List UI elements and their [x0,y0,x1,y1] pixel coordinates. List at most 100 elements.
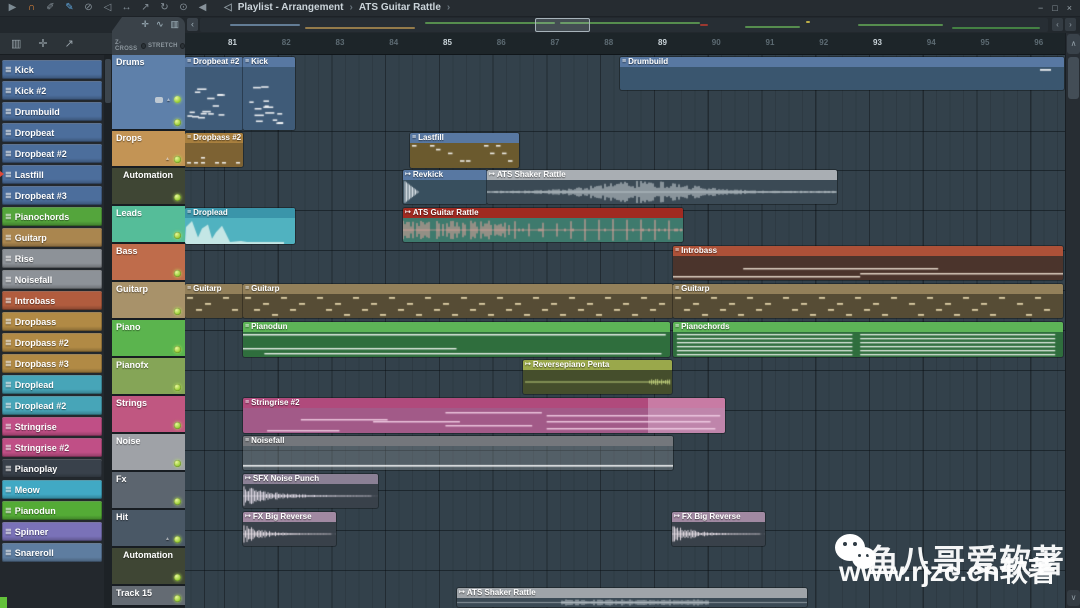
clip-header[interactable]: ≡Pianochords [673,322,1063,332]
clip-header[interactable]: ↦ATS Guitar Rattle [403,208,683,218]
track-icon[interactable] [155,97,163,103]
clip-header[interactable]: ≡Drumbuild [620,57,1064,67]
clip-ats-guitar-rattle[interactable]: ↦ATS Guitar Rattle [403,208,683,242]
track-header-drops[interactable]: Drops▲ [112,131,185,168]
clip-lastfill[interactable]: ≡Lastfill [410,133,519,168]
sidebar-item-droplead-2[interactable]: ≣Droplead #2 [2,396,102,415]
clip-revkick[interactable]: ↦Revkick [403,170,487,204]
snap-magnet-icon[interactable]: ∩ [26,0,37,16]
track-enable-led[interactable] [174,270,181,277]
track-enable-led[interactable] [174,422,181,429]
timeline-ruler[interactable]: 81828384858687888990919293949596 [185,33,1065,55]
sidebar-item-dropbass-2[interactable]: ≣Dropbass #2 [2,333,102,352]
clip-kick[interactable]: ≡Kick [243,57,295,130]
vertical-scroll-thumb[interactable] [1068,57,1079,99]
sidebar-item-pianochords[interactable]: ≣Pianochords [2,207,102,226]
vertical-scrollbar[interactable]: ∧ ∨ [1065,33,1080,608]
track-expand-icon[interactable]: ▲ [165,156,170,162]
slide-tool-icon[interactable]: ↗ [140,0,151,16]
select-tool-icon[interactable]: ↻ [159,0,170,16]
sidebar-item-noisefall[interactable]: ≣Noisefall [2,270,102,289]
clip-header[interactable]: ≡Dropbeat #2 [185,57,243,67]
track-expand-icon[interactable]: ▲ [166,97,171,103]
track-expand-icon[interactable]: ▲ [165,536,170,542]
track-enable-led[interactable] [174,595,181,602]
preview-tool-icon[interactable]: ◀ [197,0,208,16]
clip-header[interactable]: ≡Dropbass #2 [185,133,243,143]
sidebar-item-kick[interactable]: ≣Kick [2,60,102,79]
clip-header[interactable]: ≡Lastfill [410,133,519,143]
clip-fx-big-reverse[interactable]: ↦FX Big Reverse [672,512,765,546]
playback-marker-icon[interactable]: ↔ [121,0,132,16]
clip-header[interactable]: ↦ATS Shaker Rattle [487,170,837,180]
mute-tool-icon[interactable]: ◁ [102,0,113,16]
clip-guitarp[interactable]: ≡Guitarp [673,284,1063,318]
clip-header[interactable]: ≡Guitarp [243,284,673,294]
track-enable-led[interactable] [174,232,181,239]
sidebar-item-dropbass-3[interactable]: ≣Dropbass #3 [2,354,102,373]
minimap-scroll-left[interactable]: ‹ [1052,18,1063,31]
minimize-button[interactable]: − [1038,0,1043,16]
sidebar-item-lastfill[interactable]: ≣Lastfill [2,165,102,184]
clip-guitarp[interactable]: ≡Guitarp [243,284,673,318]
minimap-view-window[interactable] [535,18,590,32]
sidebar-item-rise[interactable]: ≣Rise [2,249,102,268]
clip-ats-shaker-rattle[interactable]: ↦ATS Shaker Rattle [487,170,837,204]
sidebar-item-pianoplay[interactable]: ≣Pianoplay [2,459,102,478]
sidebar-item-introbass[interactable]: ≣Introbass [2,291,102,310]
clip-sfx-noise-punch[interactable]: ↦SFX Noise Punch [243,474,378,508]
track-enable-led[interactable] [174,536,181,543]
clip-header[interactable]: ≡Introbass [673,246,1063,256]
track-header-piano[interactable]: Piano [112,320,185,358]
clip-header[interactable]: ↦FX Big Reverse [672,512,765,522]
draw-tool-icon[interactable]: ✎ [64,0,75,16]
breadcrumb-view[interactable]: Playlist - Arrangement [238,0,344,16]
piano-roll-icon[interactable]: ▥ [11,37,21,50]
track-header-noise[interactable]: Noise [112,434,185,472]
clip-ats-shaker-rattle[interactable]: ↦ATS Shaker Rattle [457,588,807,607]
sidebar-item-guitarp[interactable]: ≣Guitarp [2,228,102,247]
sidebar-item-dropbass[interactable]: ≣Dropbass [2,312,102,331]
wave-slide-icon[interactable]: ∿ [156,19,164,30]
zero-cross-icon[interactable]: ✛ [141,19,149,30]
slip-tool-icon[interactable]: ✐ [45,0,56,16]
track-header-hit[interactable]: Hit▲ [112,510,185,548]
sidebar-item-dropbeat-3[interactable]: ≣Dropbeat #3 [2,186,102,205]
clip-header[interactable]: ≡Kick [243,57,295,67]
clip-header[interactable]: ↦FX Big Reverse [243,512,336,522]
track-enable-led[interactable] [174,346,181,353]
zcross-toggle[interactable] [141,43,146,49]
track-header-fx[interactable]: Fx [112,472,185,510]
minimap-scroll-right[interactable]: › [1065,18,1076,31]
clip-noisefall[interactable]: ≡Noisefall [243,436,673,470]
track-header-automation[interactable]: Automation [112,168,185,206]
clip-stringrise-2[interactable]: ≡Stringrise #2 [243,398,725,433]
clip-reversepiano-penta[interactable]: ↦Reversepiano Penta [523,360,672,394]
sidebar-item-snareroll[interactable]: ≣Snareroll [2,543,102,562]
clip-guitarp[interactable]: ≡Guitarp [185,284,243,318]
scroll-up-button[interactable]: ∧ [1067,34,1080,54]
minimap-back-button[interactable]: ‹ [187,18,198,31]
track-enable-led[interactable] [174,194,181,201]
track-enable-led[interactable] [174,574,181,581]
close-button[interactable]: × [1067,0,1072,16]
clip-fx-big-reverse[interactable]: ↦FX Big Reverse [243,512,336,546]
clip-drumbuild[interactable]: ≡Drumbuild [620,57,1064,90]
slide-tool-icon[interactable]: ↗ [65,37,74,50]
move-tool-icon[interactable]: ✛ [38,37,47,50]
clip-header[interactable]: ↦ATS Shaker Rattle [457,588,807,598]
sidebar-item-droplead[interactable]: ≣Droplead [2,375,102,394]
breadcrumb-selection[interactable]: ATS Guitar Rattle [359,0,441,16]
clip-introbass[interactable]: ≡Introbass [673,246,1063,280]
sidebar-item-stringrise[interactable]: ≣Stringrise [2,417,102,436]
clip-droplead[interactable]: ≡Droplead [185,208,295,244]
track-header-bass[interactable]: Bass [112,244,185,282]
clip-header[interactable]: ↦SFX Noise Punch [243,474,378,484]
sidebar-item-dropbeat[interactable]: ≣Dropbeat [2,123,102,142]
track-enable-led[interactable] [174,96,181,103]
track-header-drums[interactable]: Drums▲ [112,55,185,131]
track-enable-led[interactable] [174,156,181,163]
sidebar-item-kick-2[interactable]: ≣Kick #2 [2,81,102,100]
clip-header[interactable]: ≡Droplead [185,208,295,218]
track-header-pianofx[interactable]: Pianofx [112,358,185,396]
